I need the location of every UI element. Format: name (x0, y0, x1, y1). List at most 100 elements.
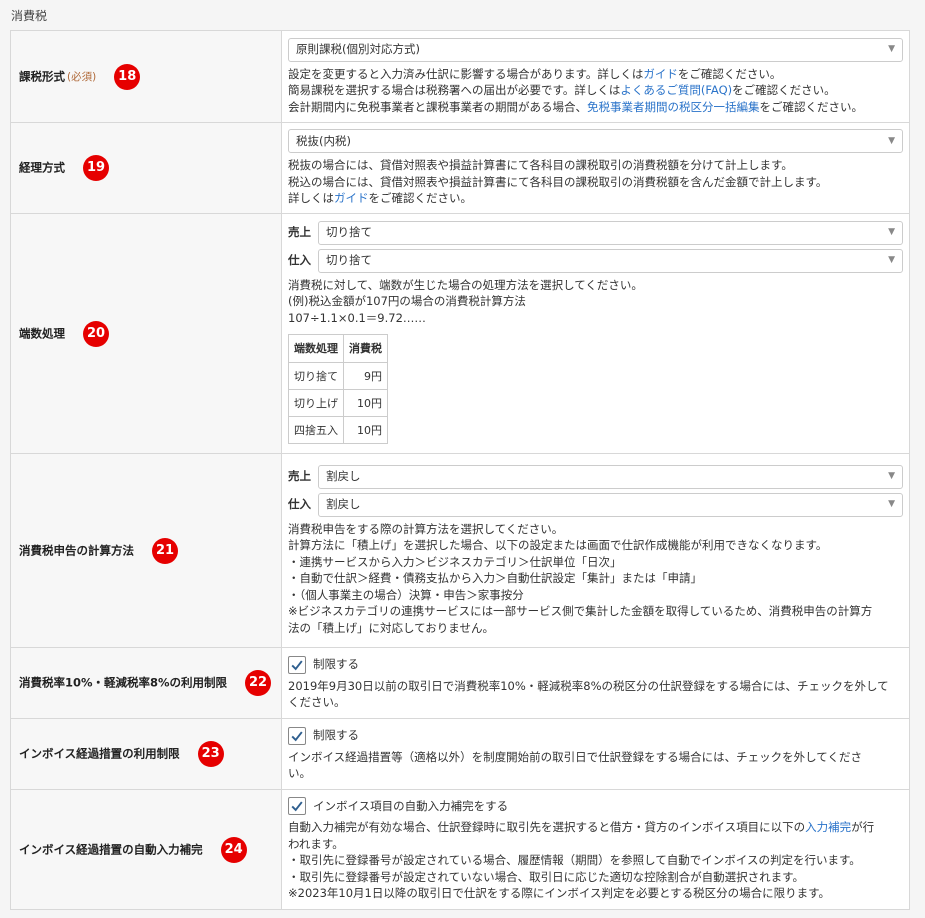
caret-down-icon: ▼ (888, 255, 895, 266)
label-rate-limit: 消費税率10%・軽減税率8%の利用制限 22 (10, 647, 282, 719)
table-cell: 切り捨て (288, 362, 344, 391)
checkbox-label: 制限する (313, 657, 359, 671)
table-header: 端数処理 (288, 334, 344, 364)
help-line: ください。 (288, 695, 346, 709)
check-icon (291, 659, 303, 670)
help-line: ※ビジネスカテゴリの連携サービスには一部サービス側で集計した金額を取得しているた… (288, 604, 873, 619)
rate-limit-checkbox-row[interactable]: 制限する (288, 655, 903, 674)
help-line: い。 (288, 766, 311, 780)
value-tax-form: 原則課税(個別対応方式) ▼ 設定を変更すると入力済み仕訳に影響する場合があります… (281, 30, 910, 123)
row-rounding: 端数処理 20 売上 切り捨て ▼ 仕入 切り捨て ▼ 消費税に対して、端数が生じた場… (10, 213, 910, 454)
sales-calc-select[interactable]: 割戻し ▼ (318, 464, 903, 489)
invoice-limit-checkbox-row[interactable]: 制限する (288, 726, 903, 745)
bulk-edit-link[interactable]: 免税事業者期間の税区分一括編集 (587, 100, 760, 114)
row-calc-method: 消費税申告の計算方法 21 売上 割戻し ▼ 仕入 割戻し ▼ 消費税申告をする際の計… (10, 453, 910, 648)
select-value: 税抜(内税) (296, 133, 351, 148)
help-line: ※2023年10月1日以降の取引日で仕訳をする際にインボイス判定を必要とする税区… (288, 886, 831, 901)
label-text: 端数処理 (19, 326, 65, 340)
help-line-end: をご確認ください。 (759, 99, 864, 114)
help-line: 会計期間内に免税事業者と課税事業者の期間がある場合、 (288, 99, 587, 114)
invoice-limit-checkbox[interactable] (288, 726, 306, 745)
help-line: 税抜の場合には、貸借対照表や損益計算書にて各科目の課税取引の消費税額を分けて計上… (288, 158, 793, 173)
help-line: 法の「積上げ」に対応しておりません。 (288, 620, 494, 635)
select-value: 原則課税(個別対応方式) (296, 42, 420, 57)
row-invoice-auto: インボイス経過措置の自動入力補完 24 インボイス項目の自動入力補完をする 自動入… (10, 789, 910, 910)
table-cell: 10円 (343, 389, 388, 418)
purchase-label: 仕入 (288, 253, 311, 268)
label-tax-form: 課税形式 (必須) 18 (10, 30, 282, 123)
label-rounding: 端数処理 20 (10, 213, 282, 454)
select-value: 割戻し (326, 497, 361, 512)
checkbox-label: インボイス項目の自動入力補完をする (313, 798, 509, 813)
help-line-end: が行 (851, 820, 875, 835)
table-cell: 10円 (343, 416, 388, 445)
badge-21: 21 (152, 537, 178, 564)
help-text: 消費税に対して、端数が生じた場合の処理方法を選択してください。 (例)税込金額が… (288, 277, 903, 327)
input-completion-link[interactable]: 入力補完 (805, 820, 851, 834)
help-text: 税抜の場合には、貸借対照表や損益計算書にて各科目の課税取引の消費税額を分けて計上… (288, 157, 903, 207)
table-cell: 四捨五入 (288, 416, 344, 445)
value-rounding: 売上 切り捨て ▼ 仕入 切り捨て ▼ 消費税に対して、端数が生じた場合の処理方法を… (281, 213, 910, 454)
help-line: ・取引先に登録番号が設定されていない場合、取引日に応じた適切な控除割合が自動選択… (288, 869, 804, 884)
check-icon (291, 730, 303, 741)
help-line: 税込の場合には、貸借対照表や損益計算書にて各科目の課税取引の消費税額を含んだ金額… (288, 174, 828, 189)
label-text: 課税形式 (19, 69, 65, 83)
help-text: 自動入力補完が有効な場合、仕訳登録時に取引先を選択すると借方・貸方のインボイス項… (288, 819, 903, 902)
badge-22: 22 (245, 670, 272, 696)
caret-down-icon: ▼ (888, 44, 895, 55)
value-invoice-auto: インボイス項目の自動入力補完をする 自動入力補完が有効な場合、仕訳登録時に取引先… (281, 789, 910, 910)
select-value: 切り捨て (326, 225, 372, 240)
help-line: 設定を変更すると入力済み仕訳に影響する場合があります。詳しくは (288, 66, 644, 81)
rate-limit-checkbox[interactable] (288, 655, 306, 674)
section-title: 消費税 (11, 9, 48, 23)
help-text: インボイス経過措置等（適格以外）を制度開始前の取引日で仕訳登録をする場合には、チ… (288, 749, 903, 782)
caret-down-icon: ▼ (888, 471, 895, 482)
purchase-rounding-select[interactable]: 切り捨て ▼ (318, 248, 903, 273)
help-line-end: をご確認ください。 (732, 83, 836, 98)
sales-rounding-pair: 売上 切り捨て ▼ (288, 220, 903, 245)
guide-link[interactable]: ガイド (643, 67, 678, 81)
help-line-end: をご確認ください。 (368, 191, 473, 206)
row-accounting-method: 経理方式 19 税抜(内税) ▼ 税抜の場合には、貸借対照表や損益計算書にて各科目の… (10, 122, 910, 214)
help-line: 計算方法に「積上げ」を選択した場合、以下の設定または画面で仕訳作成機能が利用でき… (288, 538, 828, 553)
label-text: 経理方式 (19, 160, 65, 175)
help-line: ・連携サービスから入力＞ビジネスカテゴリ＞仕訳単位「日次」 (288, 554, 622, 569)
select-value: 割戻し (326, 469, 361, 484)
caret-down-icon: ▼ (888, 227, 895, 238)
value-calc-method: 売上 割戻し ▼ 仕入 割戻し ▼ 消費税申告をする際の計算方法を選択してください。… (281, 453, 910, 648)
caret-down-icon: ▼ (888, 135, 895, 146)
invoice-auto-checkbox[interactable] (288, 797, 306, 816)
help-line: ・自動で仕訳＞経費・債務支払から入力＞自動仕訳設定「集計」または「申請」 (288, 571, 702, 586)
row-tax-form: 課税形式 (必須) 18 原則課税(個別対応方式) ▼ 設定を変更すると入力済み仕訳に… (10, 30, 910, 123)
table-row: 四捨五入 10円 (288, 416, 388, 445)
guide-link[interactable]: ガイド (334, 191, 369, 205)
faq-link[interactable]: よくあるご質問(FAQ) (620, 83, 732, 97)
value-invoice-limit: 制限する インボイス経過措置等（適格以外）を制度開始前の取引日で仕訳登録をする場… (281, 718, 910, 790)
label-text: 消費税率10%・軽減税率8%の利用制限 (19, 675, 228, 690)
help-line: ・取引先に登録番号が設定されている場合、履歴情報（期間）を参照して自動でインボイ… (288, 853, 861, 868)
accounting-method-select[interactable]: 税抜(内税) ▼ (288, 129, 903, 154)
help-line: 2019年9月30日以前の取引日で消費税率10%・軽減税率8%の税区分の仕訳登録… (288, 678, 889, 693)
help-line: インボイス経過措置等（適格以外）を制度開始前の取引日で仕訳登録をする場合には、チ… (288, 749, 862, 764)
purchase-label: 仕入 (288, 497, 311, 512)
purchase-calc-select[interactable]: 割戻し ▼ (318, 492, 903, 517)
help-line: ・（個人事業主の場合）決算・申告＞家事按分 (288, 587, 524, 602)
help-line-end: をご確認ください。 (677, 66, 782, 81)
sales-rounding-select[interactable]: 切り捨て ▼ (318, 220, 903, 245)
purchase-calc-pair: 仕入 割戻し ▼ (288, 492, 903, 517)
badge-23: 23 (197, 741, 224, 767)
sales-calc-pair: 売上 割戻し ▼ (288, 464, 903, 489)
table-cell: 9円 (343, 362, 388, 391)
value-accounting-method: 税抜(内税) ▼ 税抜の場合には、貸借対照表や損益計算書にて各科目の課税取引の消費… (281, 122, 910, 214)
caret-down-icon: ▼ (888, 499, 895, 510)
tax-form-select[interactable]: 原則課税(個別対応方式) ▼ (288, 37, 903, 62)
table-row: 切り捨て 9円 (288, 362, 388, 391)
label-text: 消費税申告の計算方法 (19, 543, 134, 557)
required-mark: (必須) (67, 71, 97, 83)
purchase-rounding-pair: 仕入 切り捨て ▼ (288, 248, 903, 273)
table-cell: 切り上げ (288, 389, 344, 418)
help-line: われます。 (288, 836, 344, 851)
sales-label: 売上 (288, 469, 311, 484)
invoice-auto-checkbox-row[interactable]: インボイス項目の自動入力補完をする (288, 797, 903, 816)
label-invoice-auto: インボイス経過措置の自動入力補完 24 (10, 789, 282, 910)
